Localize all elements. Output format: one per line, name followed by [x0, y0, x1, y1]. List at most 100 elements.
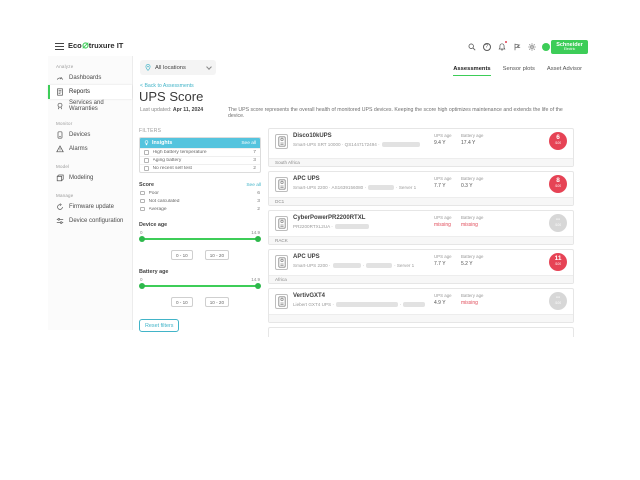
slider-knob-max[interactable]	[255, 236, 261, 242]
sidebar-item-label: Device configuration	[69, 218, 123, 224]
insights-see-all-link[interactable]: See all	[241, 141, 256, 146]
checkbox[interactable]	[144, 166, 149, 171]
score-badge[interactable]: 6 /100	[549, 132, 567, 150]
battery-age-value: 0.3 Y	[461, 183, 483, 189]
filter-label: Average	[149, 207, 254, 212]
reset-filters-button[interactable]: Reset filters	[139, 319, 179, 332]
app-canvas: Ecotruxure IT ? Schneider Electric Analy…	[0, 0, 640, 480]
sidebar-item-modeling[interactable]: Modeling	[48, 171, 132, 185]
slider-knob-min[interactable]	[139, 283, 145, 289]
device-model-serial: Smart-UPS 2200 ·	[293, 263, 331, 268]
slider-knob-min[interactable]	[139, 236, 145, 242]
checkbox[interactable]	[140, 191, 145, 196]
topbar-icons: ?	[467, 42, 550, 51]
ups-age-value: 4.9 Y	[434, 300, 452, 306]
checkbox[interactable]	[144, 150, 149, 155]
device-age-preset-1[interactable]: 0 - 10	[171, 250, 193, 260]
device-age-max: 14.9	[251, 230, 260, 235]
menu-icon[interactable]	[55, 43, 64, 50]
filter-row-average: Average 2	[139, 205, 261, 213]
insights-filter-box: Insights See all High battery temperatur…	[139, 137, 261, 173]
sidebar-item-device-configuration[interactable]: Device configuration	[48, 214, 132, 228]
sidebar-item-devices[interactable]: Devices	[48, 128, 132, 142]
schneider-electric-logo[interactable]: Schneider Electric	[551, 40, 588, 54]
battery-age-min: 0	[140, 277, 143, 282]
score-denominator: /100	[549, 302, 567, 305]
device-subtitle: Liebert GXT4 UPS · ·	[293, 302, 425, 307]
user-avatar[interactable]	[542, 43, 550, 51]
device-name[interactable]: APC UPS	[293, 176, 320, 182]
location-pin-icon	[145, 64, 151, 71]
settings-gear-icon[interactable]	[527, 42, 536, 51]
battery-age-value: 17.4 Y	[461, 140, 483, 146]
filter-count: 7	[253, 150, 256, 155]
device-card[interactable]: APC UPS Smart-UPS 2200 · · · Server 1 UP…	[268, 249, 574, 284]
sidebar-item-services-warranties[interactable]: Services and Warranties	[48, 99, 132, 113]
device-card-partial[interactable]	[268, 327, 574, 337]
device-location: South Africa	[269, 158, 573, 166]
sidebar-item-dashboards[interactable]: Dashboards	[48, 71, 132, 85]
ecostruxure-glyph-icon	[82, 42, 89, 49]
sidebar-item-reports[interactable]: Reports	[48, 85, 132, 99]
device-name[interactable]: Disco10kUPS	[293, 133, 332, 139]
redacted-text	[335, 224, 369, 229]
location-filter-dropdown[interactable]: All locations	[140, 60, 216, 75]
device-name[interactable]: VertivGXT4	[293, 293, 325, 299]
slider-track[interactable]	[140, 238, 260, 240]
score-filter-header: Score See all	[139, 182, 261, 188]
device-server: · Server 1	[394, 263, 414, 268]
sidebar-item-firmware-update[interactable]: Firmware update	[48, 200, 132, 214]
redacted-text	[333, 263, 361, 268]
ups-age-label: UPS age	[434, 293, 452, 298]
device-name[interactable]: CyberPowerPR2200RTXL	[293, 215, 365, 221]
notifications-bell-icon[interactable]	[497, 42, 506, 51]
battery-age-label: Battery age	[461, 293, 483, 298]
device-card[interactable]: VertivGXT4 Liebert GXT4 UPS · · UPS age …	[268, 288, 574, 323]
filter-count: 3	[253, 158, 256, 163]
firmware-update-icon	[56, 203, 64, 211]
slider-track[interactable]	[140, 285, 260, 287]
sidebar-item-label: Dashboards	[69, 75, 101, 81]
slider-knob-max[interactable]	[255, 283, 261, 289]
search-icon[interactable]	[467, 42, 476, 51]
battery-age-label: Battery age	[461, 215, 483, 220]
device-card[interactable]: CyberPowerPR2200RTXL PR2200RTXL2UA · UPS…	[268, 210, 574, 245]
tab-asset-advisor[interactable]: Asset Advisor	[547, 66, 582, 76]
gauge-icon	[56, 74, 64, 82]
help-icon[interactable]: ?	[482, 42, 491, 51]
device-server: · Server 1	[396, 185, 416, 190]
score-badge[interactable]: 11 /100	[549, 253, 567, 271]
feedback-flag-icon[interactable]	[512, 42, 521, 51]
checkbox[interactable]	[140, 207, 145, 212]
device-name[interactable]: APC UPS	[293, 254, 320, 260]
device-card[interactable]: APC UPS Smart-UPS 2200 · AS1639156080 · …	[268, 171, 574, 206]
ups-device-icon	[275, 294, 288, 309]
score-badge[interactable]: -- /100	[549, 292, 567, 310]
sidebar-section-analyze: Analyze	[56, 64, 132, 69]
tab-sensor-plots[interactable]: Sensor plots	[503, 66, 535, 76]
ups-age: UPS age 4.9 Y	[434, 293, 452, 306]
device-age-title: Device age	[139, 222, 261, 228]
ups-age: UPS age 9.4 Y	[434, 133, 452, 146]
ups-age-value: 9.4 Y	[434, 140, 452, 146]
ups-age: UPS age 7.7 Y	[434, 176, 452, 189]
device-card[interactable]: Disco10kUPS Smart-UPS SRT 10000 · QS1447…	[268, 128, 574, 167]
sidebar-item-alarms[interactable]: Alarms	[48, 142, 132, 156]
battery-age-preset-2[interactable]: 10 - 20	[205, 297, 229, 307]
topbar: Ecotruxure IT ? Schneider Electric	[48, 38, 592, 56]
filter-row-poor: Poor 6	[139, 189, 261, 197]
insights-header[interactable]: Insights See all	[140, 138, 260, 148]
sidebar-section-manage: Manage	[56, 193, 132, 198]
battery-age: Battery age 17.4 Y	[461, 133, 483, 146]
ups-device-icon	[275, 134, 288, 149]
score-see-all-link[interactable]: See all	[246, 183, 261, 188]
battery-age-preset-1[interactable]: 0 - 10	[171, 297, 193, 307]
score-badge[interactable]: 8 /100	[549, 175, 567, 193]
checkbox[interactable]	[144, 158, 149, 163]
checkbox[interactable]	[140, 199, 145, 204]
device-age-preset-2[interactable]: 10 - 20	[205, 250, 229, 260]
logo-eco: Eco	[68, 41, 82, 50]
sidebar-item-label: Modeling	[69, 175, 93, 181]
tab-assessments[interactable]: Assessments	[453, 66, 490, 76]
score-badge[interactable]: -- /100	[549, 214, 567, 232]
